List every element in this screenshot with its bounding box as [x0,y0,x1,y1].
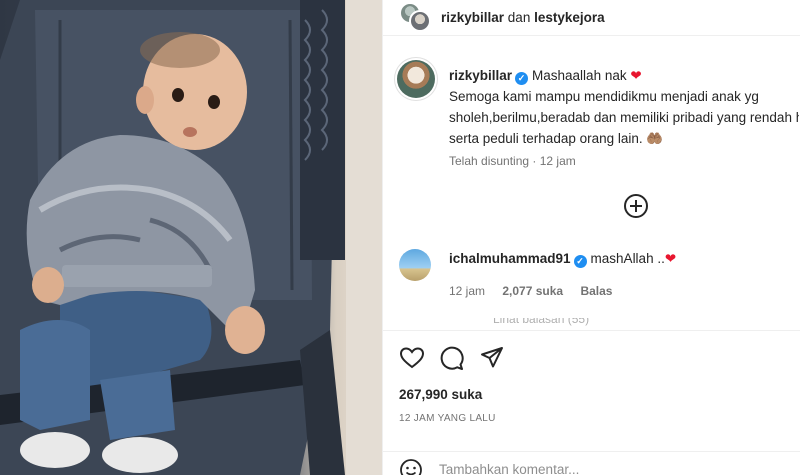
heart-icon[interactable] [399,345,425,371]
comment-icon[interactable] [439,345,465,371]
verified-badge-icon: ✓ [515,72,529,85]
view-replies-button[interactable]: Lihat balasan (55) [493,318,613,328]
comment-input[interactable] [439,458,759,475]
comment-time[interactable]: 12 jam [449,284,485,298]
caption-title: Mashaallah nak [532,68,627,83]
comment-meta: 12 jam 2,077 suka Balas [449,284,626,298]
verified-badge-icon: ✓ [573,255,587,268]
caption-line-text: serta peduli terhadap orang lain. [449,131,643,146]
comment-likes[interactable]: 2,077 suka [502,284,563,298]
heart-emoji: ❤ [630,68,642,83]
view-replies-label: Lihat balasan (55) [493,318,590,326]
caption-meta: Telah disunting · 12 jam [449,154,576,168]
reply-button[interactable]: Balas [580,284,612,298]
coauthor-username[interactable]: lestykejora [534,10,605,25]
post-actions: 267,990 suka 12 JAM YANG LALU [383,330,800,475]
comment-bar [383,451,800,475]
post-timestamp: 12 JAM YANG LALU [399,413,496,424]
post-authors: rizkybillar dan lestykejora [441,10,605,25]
comment: ichalmuhammad91 ✓ mashAllah ..❤ [449,250,676,268]
caption-time[interactable]: 12 jam [540,154,576,168]
meta-separator: · [532,154,537,168]
share-icon[interactable] [479,345,505,371]
smiley-icon[interactable] [399,458,423,475]
caption-line: Semoga kami mampu mendidikmu menjadi ana… [449,89,759,104]
comment-username[interactable]: ichalmuhammad91 [449,251,571,266]
collab-avatars[interactable] [399,2,433,36]
plus-circle-icon[interactable] [623,193,649,219]
post-detail-panel: rizkybillar dan lestykejora rizkybillar ✓… [382,0,800,475]
post-caption: rizkybillar ✓ Mashaallah nak ❤ Semoga kami… [449,65,799,149]
avatar[interactable] [397,60,435,98]
edited-label: Telah disunting [449,154,530,168]
baby-stroller-image [0,0,382,475]
caption-line: sholeh,berilmu,beradab dan memiliki prib… [449,110,799,125]
post-header: rizkybillar dan lestykejora [383,0,800,36]
caption-username[interactable]: rizkybillar [449,68,512,83]
heart-emoji: ❤ [664,251,677,266]
author-conjunction: dan [507,10,531,25]
pray-emoji: 🤲🏽 [646,131,664,146]
avatar[interactable] [409,10,431,32]
author-username[interactable]: rizkybillar [441,10,504,25]
caption-line: serta peduli terhadap orang lain. 🤲🏽 [449,128,799,149]
avatar[interactable] [399,249,431,281]
post-photo[interactable] [0,0,382,475]
comment-text: mashAllah .. [590,251,665,266]
likes-count[interactable]: 267,990 suka [399,387,482,402]
